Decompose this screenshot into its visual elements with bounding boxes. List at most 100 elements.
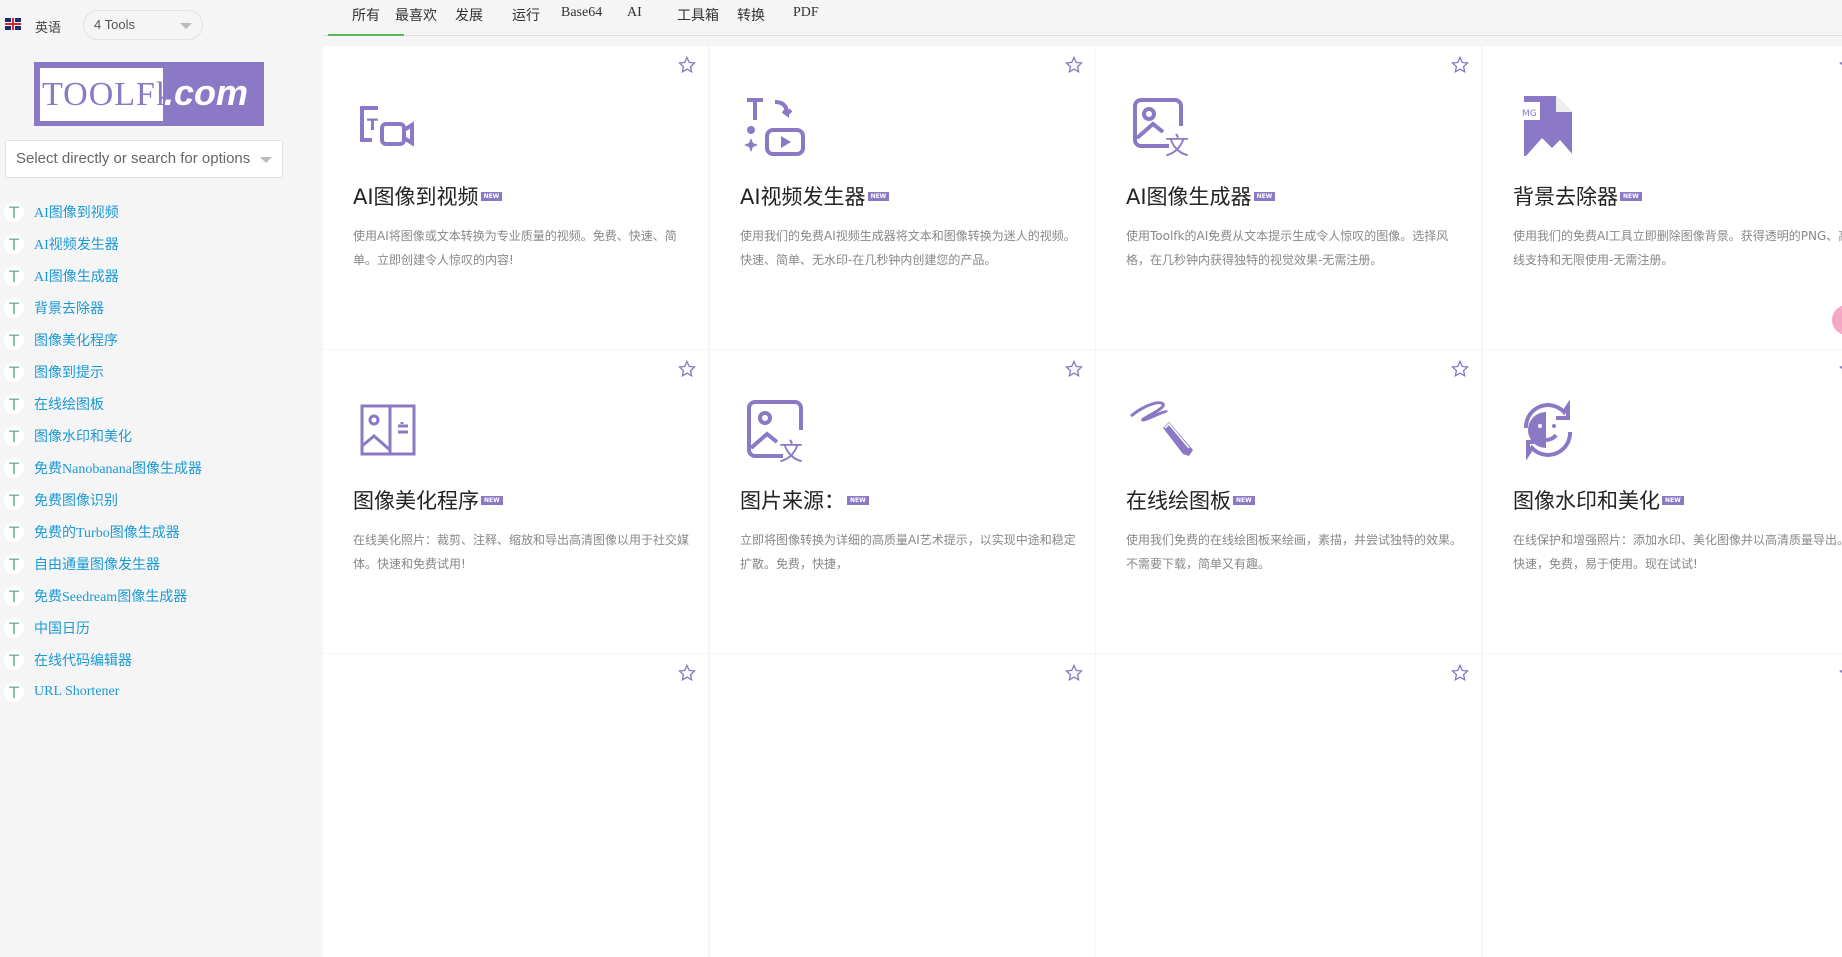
card-title-text: 背景去除器 xyxy=(1513,185,1618,209)
sidebar-item-label: 在线绘图板 xyxy=(34,398,104,413)
sidebar-item[interactable]: T AI图像到视频 xyxy=(4,196,202,228)
favorite-star-icon[interactable] xyxy=(1450,663,1470,682)
sidebar-item-label: 免费图像识别 xyxy=(34,494,118,509)
card-title[interactable]: AI视频发生器 NEW xyxy=(740,181,890,211)
tool-card[interactable]: 图像水印和美化 NEW 在线保护和增强照片：添加水印、美化图像并以高清质量导出。快… xyxy=(1483,350,1842,653)
favorite-star-icon[interactable] xyxy=(1450,55,1470,74)
favorite-star-icon[interactable] xyxy=(1064,55,1084,74)
card-description: 在线美化照片：裁剪、注释、缩放和导出高清图像以用于社交媒体。快速和免费试用! xyxy=(353,533,690,571)
tool-t-icon: T xyxy=(4,650,24,670)
tool-t-icon: T xyxy=(4,586,24,606)
sidebar-item-label: 背景去除器 xyxy=(34,302,104,317)
tool-t-icon: T xyxy=(4,330,24,350)
favorite-star-icon[interactable] xyxy=(677,55,697,74)
language-label[interactable]: 英语 xyxy=(35,17,61,36)
tool-card[interactable]: 文 AI图像生成器 NEW 使用Toolfk的AI免费从文本提示生成令人惊叹的图像… xyxy=(1096,46,1481,349)
sidebar-item[interactable]: T 免费的Turbo图像生成器 xyxy=(4,516,202,548)
tool-card[interactable] xyxy=(1096,654,1481,957)
favorite-star-icon[interactable] xyxy=(677,663,697,682)
new-badge: NEW xyxy=(1662,496,1684,505)
tool-card[interactable]: 在线绘图板 NEW 使用我们免费的在线绘图板来绘画，素描，并尝试独特的效果。不需要… xyxy=(1096,350,1481,653)
card-description: 使用Toolfk的AI免费从文本提示生成令人惊叹的图像。选择风格，在几秒钟内获得… xyxy=(1126,229,1449,267)
face-refresh-icon xyxy=(1516,398,1580,462)
favorite-star-icon[interactable] xyxy=(677,359,697,378)
card-title[interactable]: 在线绘图板 NEW xyxy=(1126,485,1255,515)
tab-item[interactable]: 最喜欢 xyxy=(395,5,437,25)
card-title[interactable]: 图像美化程序 NEW xyxy=(353,485,503,515)
new-badge: NEW xyxy=(481,496,503,505)
sidebar-item[interactable]: T AI图像生成器 xyxy=(4,260,202,292)
tool-card[interactable]: 文 图片来源： NEW 立即将图像转换为详细的高质量AI艺术提示，以实现中途和稳定… xyxy=(710,350,1095,653)
tool-t-icon: T xyxy=(4,266,24,286)
sidebar-item[interactable]: T 图像水印和美化 xyxy=(4,420,202,452)
card-description: 使用我们免费的在线绘图板来绘画，素描，并尝试独特的效果。不需要下载，简单又有趣。 xyxy=(1126,533,1463,571)
card-title[interactable]: AI图像生成器 NEW xyxy=(1126,181,1276,211)
tool-card[interactable]: MG 背景去除器 NEW 使用我们的免费AI工具立即删除图像背景。获得透明的PNG… xyxy=(1483,46,1842,349)
tool-t-icon: T xyxy=(4,202,24,222)
tab-item[interactable]: AI xyxy=(627,5,642,21)
tool-card[interactable]: 图像美化程序 NEW 在线美化照片：裁剪、注释、缩放和导出高清图像以用于社交媒体。… xyxy=(323,350,708,653)
tab-item[interactable]: Base64 xyxy=(561,5,602,21)
sidebar-item[interactable]: T 免费图像识别 xyxy=(4,484,202,516)
text-to-video-icon: T xyxy=(356,94,420,158)
tool-t-icon: T xyxy=(4,458,24,478)
tool-card[interactable]: AI视频发生器 NEW 使用我们的免费AI视频生成器将文本和图像转换为迷人的视频。… xyxy=(710,46,1095,349)
tool-t-icon: T xyxy=(4,234,24,254)
image-translate-icon: 文 xyxy=(1129,94,1193,160)
tab-item[interactable]: 所有 xyxy=(328,5,404,36)
tool-card[interactable] xyxy=(710,654,1095,957)
image-to-prompt-icon: 文 xyxy=(743,398,807,466)
favorite-star-icon[interactable] xyxy=(1064,359,1084,378)
tool-card[interactable]: T AI图像到视频 NEW 使用AI将图像或文本转换为专业质量的视频。免费、快速、… xyxy=(323,46,708,349)
card-title-text: 图片来源： xyxy=(740,489,845,513)
card-title[interactable]: 图像水印和美化 NEW xyxy=(1513,485,1684,515)
card-description: 立即将图像转换为详细的高质量AI艺术提示，以实现中途和稳定扩散。免费，快捷， xyxy=(740,533,1076,571)
svg-text:文: 文 xyxy=(1165,132,1189,158)
tool-card[interactable] xyxy=(323,654,708,957)
sidebar-item[interactable]: T 图像美化程序 xyxy=(4,324,202,356)
svg-text:T: T xyxy=(367,115,378,134)
card-title-text: 图像美化程序 xyxy=(353,489,479,513)
card-title-text: AI图像生成器 xyxy=(1126,185,1252,209)
tools-dropdown[interactable]: 4 Tools xyxy=(83,10,203,40)
tool-t-icon: T xyxy=(4,682,24,702)
sidebar-item[interactable]: T 免费Seedream图像生成器 xyxy=(4,580,202,612)
uk-flag-icon[interactable] xyxy=(5,18,21,30)
image-editor-icon xyxy=(356,398,420,462)
sidebar-item[interactable]: T 背景去除器 xyxy=(4,292,202,324)
tab-item[interactable]: PDF xyxy=(793,5,819,21)
tool-t-icon: T xyxy=(4,362,24,382)
favorite-star-icon[interactable] xyxy=(1064,663,1084,682)
sidebar-item-label: 免费Nanobanana图像生成器 xyxy=(34,462,202,477)
sidebar-item[interactable]: T 自由通量图像发生器 xyxy=(4,548,202,580)
sidebar-item[interactable]: T URL Shortener xyxy=(4,676,202,708)
card-title[interactable]: 背景去除器 NEW xyxy=(1513,181,1642,211)
new-badge: NEW xyxy=(847,496,869,505)
card-description: 使用AI将图像或文本转换为专业质量的视频。免费、快速、简单。立即创建令人惊叹的内… xyxy=(353,229,677,267)
sidebar-item[interactable]: T 在线绘图板 xyxy=(4,388,202,420)
tab-item[interactable]: 工具箱 xyxy=(677,5,719,25)
toolfk-logo[interactable]: TOOLFk .com xyxy=(34,62,264,126)
favorite-star-icon[interactable] xyxy=(1450,359,1470,378)
tab-item[interactable]: 转换 xyxy=(737,5,765,25)
sidebar-item[interactable]: T 中国日历 xyxy=(4,612,202,644)
sidebar-item[interactable]: T 免费Nanobanana图像生成器 xyxy=(4,452,202,484)
sidebar-item-label: 图像美化程序 xyxy=(34,334,118,349)
new-badge: NEW xyxy=(1253,192,1276,201)
card-description: 使用我们的免费AI视频生成器将文本和图像转换为迷人的视频。快速、简单、无水印-在… xyxy=(740,229,1076,267)
card-title[interactable]: 图片来源： NEW xyxy=(740,485,869,515)
card-title-text: 图像水印和美化 xyxy=(1513,489,1660,513)
sidebar-item[interactable]: T 在线代码编辑器 xyxy=(4,644,202,676)
sidebar-item[interactable]: T 图像到提示 xyxy=(4,356,202,388)
tool-t-icon: T xyxy=(4,490,24,510)
svg-text:文: 文 xyxy=(779,438,803,462)
sidebar-item[interactable]: T AI视频发生器 xyxy=(4,228,202,260)
tab-item[interactable]: 发展 xyxy=(455,5,483,25)
sidebar: 英语 4 Tools TOOLFk .com Select directly or… xyxy=(0,0,323,702)
tool-search-select[interactable]: Select directly or search for options xyxy=(5,140,283,178)
tool-card[interactable] xyxy=(1483,654,1842,957)
tab-item[interactable]: 运行 xyxy=(512,5,540,25)
card-description: 在线保护和增强照片：添加水印、美化图像并以高清质量导出。快速，免费，易于使用。现… xyxy=(1513,533,1842,571)
card-title[interactable]: AI图像到视频 NEW xyxy=(353,181,503,211)
new-badge: NEW xyxy=(867,192,890,201)
